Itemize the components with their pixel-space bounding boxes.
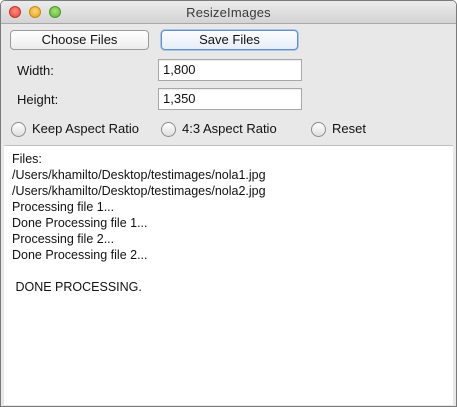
log-line: Processing file 1... [12,200,115,214]
height-label: Height: [17,92,59,107]
title-bar[interactable]: ResizeImages [1,1,456,24]
keep-aspect-ratio-radio[interactable] [11,122,26,137]
log-line: Done Processing file 1... [12,216,148,230]
keep-aspect-ratio-label: Keep Aspect Ratio [32,121,139,136]
four-three-aspect-ratio-option[interactable]: 4:3 Aspect Ratio [161,121,291,138]
keep-aspect-ratio-option[interactable]: Keep Aspect Ratio [11,121,151,138]
reset-radio[interactable] [311,122,326,137]
main-panel: Choose Files Save Files Width: 1,800 Hei… [1,24,456,406]
save-files-button[interactable]: Save Files [161,30,298,50]
height-field[interactable]: 1,350 [158,88,302,110]
width-label: Width: [17,63,54,78]
reset-label: Reset [332,121,366,136]
log-line: DONE PROCESSING. [12,280,142,294]
log-line: /Users/khamilto/Desktop/testimages/nola2… [12,184,266,198]
log-line: Done Processing file 2... [12,248,148,262]
choose-files-button[interactable]: Choose Files [10,30,149,50]
reset-option[interactable]: Reset [311,121,371,138]
log-line: /Users/khamilto/Desktop/testimages/nola1… [12,168,266,182]
log-line: Processing file 2... [12,232,115,246]
four-three-aspect-ratio-label: 4:3 Aspect Ratio [182,121,277,136]
four-three-aspect-ratio-radio[interactable] [161,122,176,137]
width-field[interactable]: 1,800 [158,59,302,81]
log-line: Files: [12,152,42,166]
window-title: ResizeImages [186,5,271,20]
app-window: ResizeImages Choose Files Save Files Wid… [0,0,457,407]
log-output-area[interactable]: Files: /Users/khamilto/Desktop/testimage… [4,145,453,405]
